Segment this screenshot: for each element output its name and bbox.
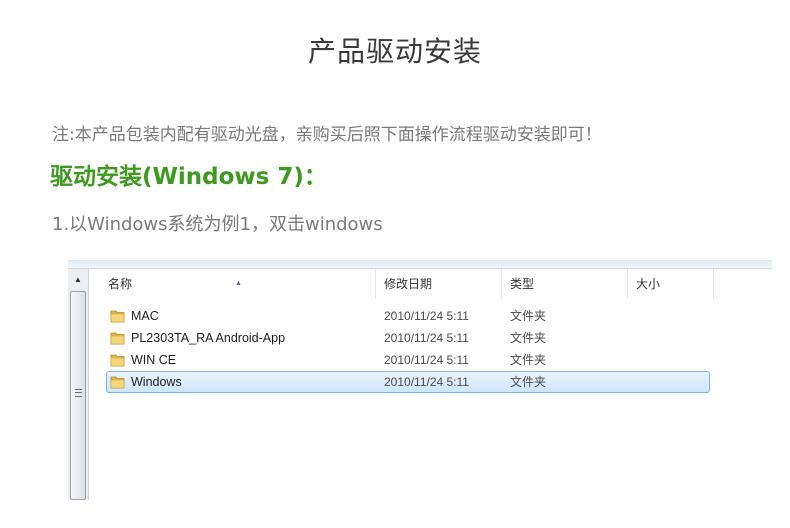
- column-header-date[interactable]: 修改日期: [376, 269, 502, 299]
- column-name-label: 名称: [108, 277, 133, 291]
- folder-icon: [110, 376, 125, 389]
- folder-icon: [110, 310, 125, 323]
- column-header-name[interactable]: 名称 ▲: [90, 269, 376, 299]
- file-modified-date: 2010/11/24 5:11: [384, 331, 469, 345]
- file-name: WIN CE: [131, 353, 177, 367]
- folder-icon: [110, 354, 125, 367]
- file-modified-date: 2010/11/24 5:11: [384, 309, 469, 323]
- file-explorer-screenshot: ▲ 名称 ▲ 修改日期 类型 大小 MAC 2010/11/24 5:11 文件…: [68, 260, 772, 500]
- file-row-win-ce[interactable]: WIN CE 2010/11/24 5:11 文件夹: [90, 349, 772, 371]
- column-header-bar: 名称 ▲ 修改日期 类型 大小: [90, 269, 772, 299]
- folder-icon: [110, 332, 125, 345]
- sort-ascending-icon: ▲: [235, 280, 242, 287]
- file-type: 文件夹: [510, 353, 547, 367]
- column-date-label: 修改日期: [384, 277, 433, 291]
- file-row-windows[interactable]: Windows 2010/11/24 5:11 文件夹: [90, 371, 772, 393]
- column-type-label: 类型: [510, 277, 535, 291]
- scroll-up-arrow-icon[interactable]: ▲: [71, 273, 85, 287]
- explorer-top-border: [68, 260, 772, 269]
- file-row-mac[interactable]: MAC 2010/11/24 5:11 文件夹: [90, 305, 772, 327]
- driver-cd-note: 注:本产品包装内配有驱动光盘，亲购买后照下面操作流程驱动安装即可！: [52, 125, 602, 145]
- file-modified-date: 2010/11/24 5:11: [384, 375, 469, 389]
- scroll-grip-icon: [75, 389, 82, 397]
- file-type: 文件夹: [510, 309, 547, 323]
- file-row-pl2303ta-android-app[interactable]: PL2303TA_RA Android-App 2010/11/24 5:11 …: [90, 327, 772, 349]
- scroll-thumb[interactable]: [70, 291, 86, 500]
- file-name: MAC: [131, 309, 159, 323]
- file-name: PL2303TA_RA Android-App: [131, 331, 286, 345]
- file-name: Windows: [131, 375, 182, 389]
- column-size-label: 大小: [636, 277, 661, 291]
- step-1-instruction: 1.以Windows系统为例1，双击windows: [52, 214, 383, 235]
- page-title: 产品驱动安装: [307, 35, 482, 68]
- column-header-size[interactable]: 大小: [628, 269, 714, 299]
- section-heading-windows7: 驱动安装(Windows 7)：: [50, 164, 327, 190]
- vertical-scrollbar[interactable]: ▲: [68, 269, 89, 500]
- file-type: 文件夹: [510, 331, 547, 345]
- file-modified-date: 2010/11/24 5:11: [384, 353, 469, 367]
- column-header-type[interactable]: 类型: [502, 269, 628, 299]
- file-type: 文件夹: [510, 375, 547, 389]
